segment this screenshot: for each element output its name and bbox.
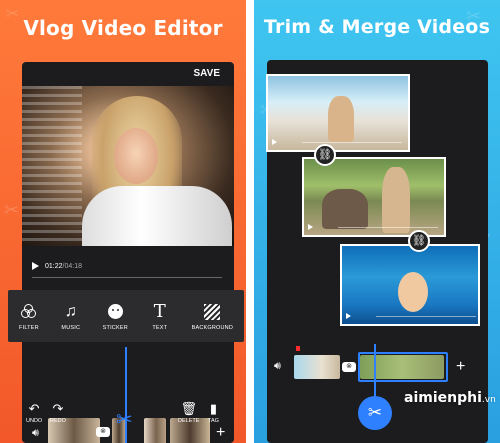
add-clip-icon[interactable]: + — [456, 359, 465, 375]
background-icon-wrap — [202, 302, 222, 322]
progress-track[interactable] — [32, 277, 222, 278]
clip-progress — [338, 227, 438, 228]
transition-icon[interactable]: ⊗ — [342, 362, 356, 372]
redo-button[interactable]: ↷ REDO — [50, 401, 66, 424]
undo-label: UNDO — [26, 418, 43, 424]
tag-button[interactable]: ▮ TAG — [208, 401, 219, 424]
current-time: 01:22 — [45, 262, 63, 270]
selection-box[interactable] — [358, 352, 448, 382]
watermark-logo: aimienphi.vn — [404, 390, 496, 406]
volume-icon[interactable]: 🔊︎ — [274, 360, 281, 373]
panel-title: Vlog Video Editor — [23, 16, 223, 40]
text-icon: T — [153, 301, 166, 322]
watermark-name: aimienphi — [404, 390, 482, 406]
video-preview[interactable] — [22, 86, 234, 246]
edit-actions: ↶ UNDO ↷ REDO ✂ 🗑︎ DELETE ▮ TAG — [22, 401, 234, 435]
window-blinds — [22, 86, 82, 246]
tool-text[interactable]: T TEXT — [150, 301, 170, 331]
clip-progress — [376, 316, 476, 317]
redo-icon: ↷ — [52, 401, 64, 416]
tool-label: STICKER — [102, 324, 128, 331]
subject-figure — [398, 272, 428, 312]
split-button[interactable]: ✂ — [116, 407, 133, 432]
split-button[interactable]: ✂ — [358, 396, 392, 430]
decor-glyph: ✂ — [4, 200, 20, 221]
merge-timeline: 🔊︎ ⊗ + — [274, 346, 484, 382]
play-icon[interactable] — [272, 139, 280, 146]
redo-label: REDO — [50, 418, 66, 424]
timeline-clip[interactable] — [294, 355, 340, 379]
playhead[interactable] — [374, 344, 376, 404]
tool-music[interactable]: ♫ MUSIC — [61, 302, 81, 331]
play-icon[interactable] — [308, 224, 316, 231]
delete-button[interactable]: 🗑︎ DELETE — [178, 401, 199, 424]
play-icon[interactable] — [32, 262, 39, 270]
trash-icon: 🗑︎ — [180, 401, 197, 416]
background-icon — [204, 303, 221, 320]
playback-bar: 01:22/04:18 — [32, 262, 82, 270]
tool-label: MUSIC — [61, 324, 81, 331]
progress-fill — [32, 277, 222, 278]
subject-figure — [328, 96, 354, 142]
tool-label: FILTER — [19, 324, 39, 331]
subject-figure — [382, 167, 410, 233]
save-button[interactable]: SAVE — [194, 68, 221, 79]
tools-toolbar: FILTER ♫ MUSIC STICKER T TEXT BACKGROUND — [8, 290, 244, 342]
animal-figure — [322, 189, 368, 229]
undo-button[interactable]: ↶ UNDO — [26, 401, 42, 424]
filter-icon — [19, 302, 39, 322]
panel-title: Trim & Merge Videos — [263, 16, 491, 38]
music-note-icon: ♫ — [64, 302, 77, 320]
tool-sticker[interactable]: STICKER — [103, 302, 128, 331]
total-time: 04:18 — [64, 262, 83, 270]
tool-background[interactable]: BACKGROUND — [192, 302, 233, 331]
video-clip-snorkel[interactable] — [340, 244, 480, 326]
subject-face — [114, 128, 158, 184]
scissors-icon: ✂ — [116, 409, 133, 431]
link-icon[interactable]: ⛓︎ — [314, 144, 336, 166]
tag-label: TAG — [208, 418, 219, 424]
watermark-tld: .vn — [481, 395, 496, 405]
sticker-icon-wrap — [105, 302, 125, 322]
sticker-icon — [107, 304, 123, 319]
tool-label: TEXT — [152, 324, 168, 331]
marker-flag — [296, 346, 300, 351]
link-icon[interactable]: ⛓︎ — [408, 230, 430, 252]
delete-label: DELETE — [178, 418, 200, 424]
play-icon[interactable] — [346, 313, 354, 320]
tool-filter[interactable]: FILTER — [19, 302, 39, 331]
undo-icon: ↶ — [28, 401, 40, 416]
left-promo-panel: ✂ T ✂ Vlog Video Editor SAVE 01:22/04:18… — [0, 0, 246, 443]
right-promo-panel: ✂ ✂ T Trim & Merge Videos ⛓︎ ⛓︎ 🔊︎ ⊗ + ✂… — [254, 0, 500, 443]
subject-shirt — [82, 186, 232, 246]
editor-screen: SAVE 01:22/04:18 🔊︎ ⊗ + ↶ UNDO ↷ REDO ✂ … — [22, 62, 234, 443]
bookmark-icon: ▮ — [209, 401, 218, 416]
video-clip-beach[interactable] — [266, 74, 410, 152]
video-clip-donkey[interactable] — [302, 157, 446, 237]
clip-progress — [302, 142, 402, 143]
tool-label: BACKGROUND — [191, 324, 234, 331]
